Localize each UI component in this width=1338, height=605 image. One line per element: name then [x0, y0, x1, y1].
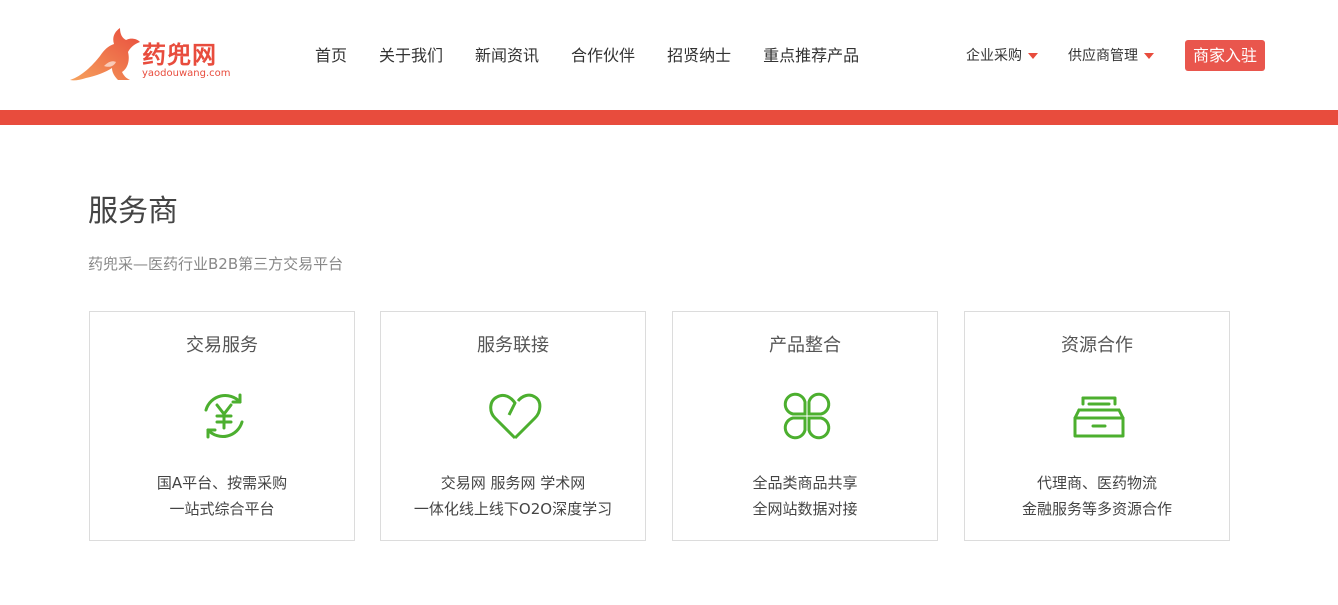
merchant-join-button[interactable]: 商家入驻 [1185, 40, 1265, 71]
service-card-resources[interactable]: 资源合作 代理商、医药物流 金融服务等多资源合作 [964, 311, 1230, 541]
site-header: 药兜网 yaodouwang.com 首页 关于我们 新闻资讯 合作伙伴 招贤纳… [0, 0, 1338, 110]
card-title: 服务联接 [477, 335, 549, 356]
page-title: 服务商 [88, 194, 178, 229]
card-desc-line-1: 全品类商品共享 [752, 474, 858, 492]
service-card-connect[interactable]: 服务联接 交易网 服务网 学术网 一体化线上线下O2O深度学习 [380, 311, 646, 541]
card-title: 产品整合 [769, 335, 841, 356]
card-desc-line-1: 国A平台、按需采购 [156, 474, 288, 492]
card-desc-line-2: 全网站数据对接 [752, 500, 858, 518]
archive-box-icon [1073, 396, 1125, 438]
supplier-dropdown[interactable]: 供应商管理 [1068, 44, 1154, 68]
nav-item-about[interactable]: 关于我们 [363, 44, 459, 68]
caret-down-icon [1028, 53, 1038, 59]
card-title: 交易服务 [186, 335, 258, 356]
logo-text-cn: 药兜网 [142, 41, 217, 69]
site-logo[interactable]: 药兜网 yaodouwang.com [68, 26, 231, 84]
kangaroo-logo-icon [70, 28, 140, 81]
clover-icon [783, 392, 831, 440]
supplier-dropdown-label: 供应商管理 [1068, 48, 1138, 64]
card-desc-line-1: 代理商、医药物流 [1036, 474, 1157, 492]
nav-item-home[interactable]: 首页 [299, 44, 363, 68]
card-desc-line-2: 一体化线上线下O2O深度学习 [413, 500, 613, 518]
caret-down-icon [1144, 53, 1154, 59]
service-card-products[interactable]: 产品整合 全品类商品共享 全网站数据对接 [672, 311, 938, 541]
nav-item-partners[interactable]: 合作伙伴 [555, 44, 651, 68]
main-nav: 首页 关于我们 新闻资讯 合作伙伴 招贤纳士 重点推荐产品 [299, 44, 875, 68]
nav-item-news[interactable]: 新闻资讯 [459, 44, 555, 68]
header-divider-bar [0, 110, 1338, 125]
card-desc-line-1: 交易网 服务网 学术网 [440, 474, 586, 492]
nav-item-featured-products[interactable]: 重点推荐产品 [747, 44, 875, 68]
procurement-dropdown[interactable]: 企业采购 [966, 44, 1038, 68]
service-card-trade[interactable]: 交易服务 国A平台、按需采购 一站式综合平台 [89, 311, 355, 541]
procurement-dropdown-label: 企业采购 [966, 48, 1022, 64]
nav-item-careers[interactable]: 招贤纳士 [651, 44, 747, 68]
card-title: 资源合作 [1061, 335, 1133, 356]
page-subtitle: 药兜采—医药行业B2B第三方交易平台 [88, 255, 344, 273]
yuan-cycle-icon [204, 393, 244, 439]
card-desc-line-2: 金融服务等多资源合作 [1021, 500, 1172, 518]
card-desc-line-2: 一站式综合平台 [169, 500, 275, 518]
logo-text-en: yaodouwang.com [142, 68, 231, 79]
heart-icon [489, 393, 542, 440]
